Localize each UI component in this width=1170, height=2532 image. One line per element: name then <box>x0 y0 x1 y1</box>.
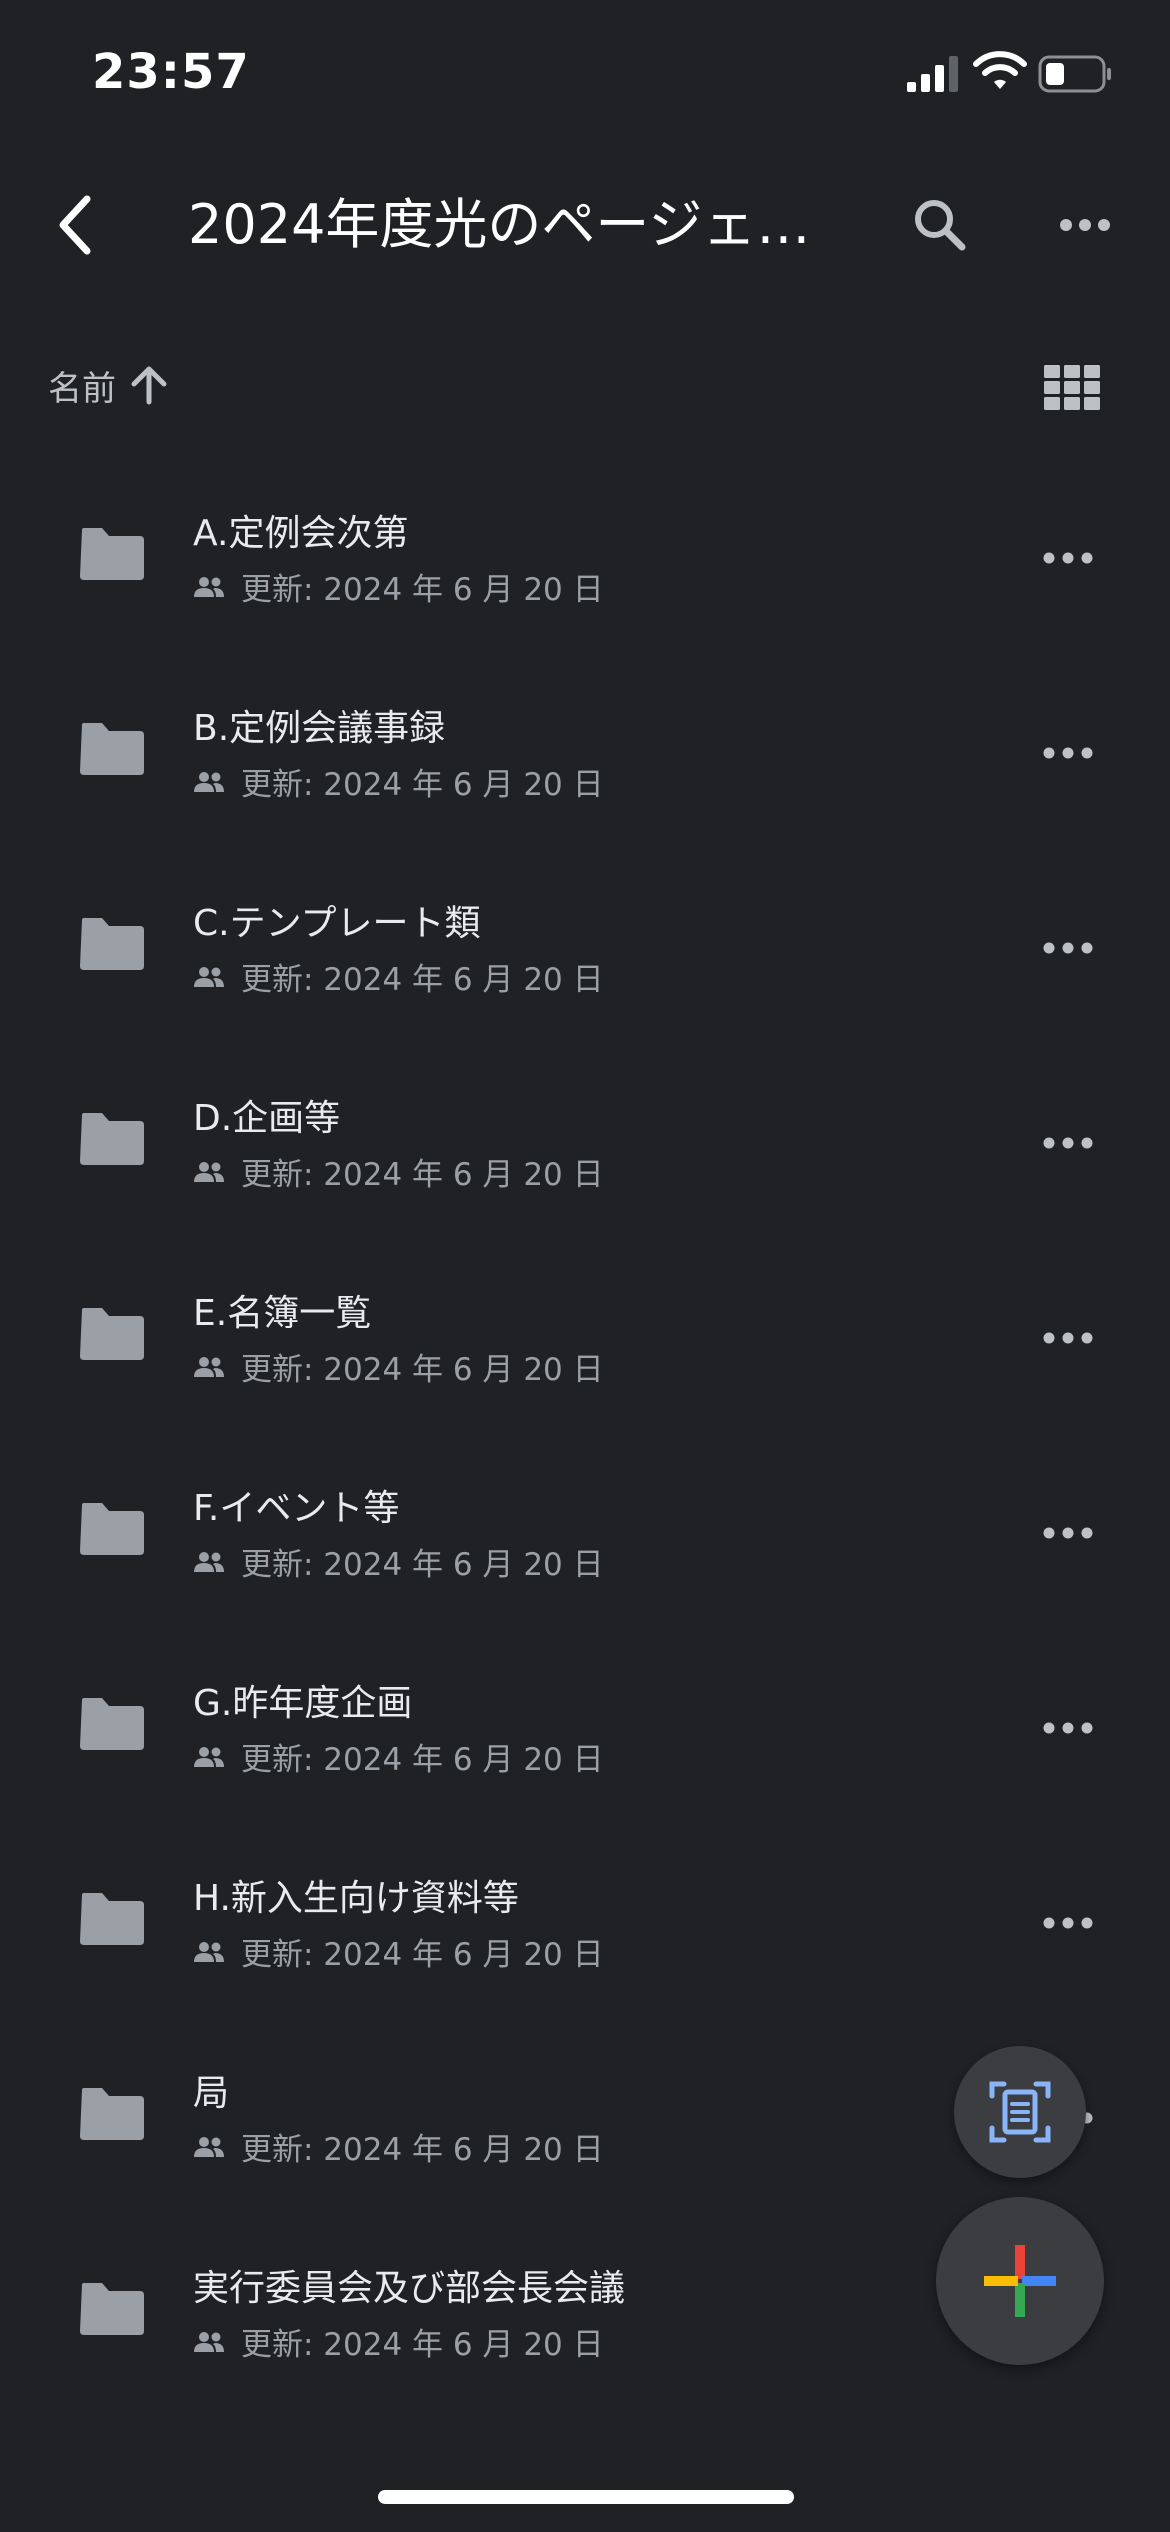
people-icon <box>194 1551 224 1572</box>
modified-date: 更新: 2024 年 6 月 20 日 <box>241 572 604 608</box>
file-meta: 更新: 2024 年 6 月 20 日 <box>193 759 604 804</box>
list-item[interactable]: B.定例会議事録 更新: 2024 年 6 月 20 日 <box>0 655 1170 850</box>
battery-icon <box>1038 55 1111 93</box>
folder-icon <box>80 1308 144 1360</box>
modified-date: 更新: 2024 年 6 月 20 日 <box>241 767 604 803</box>
grid-view-toggle[interactable] <box>1040 356 1104 420</box>
file-meta: 更新: 2024 年 6 月 20 日 <box>193 564 604 609</box>
people-icon <box>194 2136 224 2157</box>
modified-date: 更新: 2024 年 6 月 20 日 <box>241 1547 604 1583</box>
file-name: G.昨年度企画 <box>193 1683 413 1724</box>
row-more-button[interactable] <box>1030 1885 1106 1961</box>
sort-by-name-button[interactable]: 名前 <box>48 350 170 420</box>
people-icon <box>194 1356 224 1377</box>
status-bar: 23:57 <box>0 0 1170 140</box>
people-icon <box>194 771 224 792</box>
page-title: 2024年度光のページェンス <box>188 193 848 256</box>
modified-date: 更新: 2024 年 6 月 20 日 <box>241 962 604 998</box>
list-item[interactable]: D.企画等 更新: 2024 年 6 月 20 日 <box>0 1045 1170 1240</box>
people-icon <box>194 1746 224 1767</box>
modified-date: 更新: 2024 年 6 月 20 日 <box>241 1157 604 1193</box>
people-icon <box>194 1161 224 1182</box>
people-icon <box>194 966 224 987</box>
file-meta: 更新: 2024 年 6 月 20 日 <box>193 2319 604 2364</box>
folder-icon <box>80 1698 144 1750</box>
list-item[interactable]: F.イベント等 更新: 2024 年 6 月 20 日 <box>0 1435 1170 1630</box>
file-name: B.定例会議事録 <box>193 708 446 749</box>
folder-icon <box>80 723 144 775</box>
row-more-button[interactable] <box>1030 1495 1106 1571</box>
file-meta: 更新: 2024 年 6 月 20 日 <box>193 2124 604 2169</box>
more-horiz-icon <box>1043 1332 1093 1344</box>
list-item[interactable]: E.名簿一覧 更新: 2024 年 6 月 20 日 <box>0 1240 1170 1435</box>
more-horiz-icon <box>1060 219 1110 231</box>
cellular-signal-icon <box>907 56 958 92</box>
folder-icon <box>80 1503 144 1555</box>
more-horiz-icon <box>1043 1917 1093 1929</box>
file-name: A.定例会次第 <box>193 513 409 554</box>
file-name: H.新入生向け資料等 <box>193 1878 519 1919</box>
modified-date: 更新: 2024 年 6 月 20 日 <box>241 2327 604 2363</box>
arrow-up-icon <box>131 366 167 405</box>
list-item[interactable]: A.定例会次第 更新: 2024 年 6 月 20 日 <box>0 460 1170 655</box>
file-meta: 更新: 2024 年 6 月 20 日 <box>193 1734 604 1779</box>
folder-icon <box>80 528 144 580</box>
list-item[interactable]: C.テンプレート類 更新: 2024 年 6 月 20 日 <box>0 850 1170 1045</box>
file-name: D.企画等 <box>193 1098 341 1139</box>
app-bar: 2024年度光のページェンス <box>0 160 1170 290</box>
plus-icon <box>984 2245 1056 2317</box>
file-meta: 更新: 2024 年 6 月 20 日 <box>193 1149 604 1194</box>
chevron-left-icon <box>59 195 91 255</box>
modified-date: 更新: 2024 年 6 月 20 日 <box>241 1352 604 1388</box>
folder-icon <box>80 1113 144 1165</box>
folder-icon <box>80 2088 144 2140</box>
file-name: E.名簿一覧 <box>193 1293 372 1334</box>
row-more-button[interactable] <box>1030 715 1106 791</box>
modified-date: 更新: 2024 年 6 月 20 日 <box>241 1937 604 1973</box>
folder-icon <box>80 2283 144 2335</box>
back-button[interactable] <box>30 180 120 270</box>
folder-icon <box>80 918 144 970</box>
grid-view-icon <box>1044 365 1100 410</box>
document-scan-icon <box>989 2081 1051 2143</box>
more-options-button[interactable] <box>1040 180 1130 270</box>
more-horiz-icon <box>1043 1722 1093 1734</box>
people-icon <box>194 576 224 597</box>
search-button[interactable] <box>895 180 985 270</box>
file-name: 局 <box>193 2073 230 2114</box>
row-more-button[interactable] <box>1030 520 1106 596</box>
folder-icon <box>80 1893 144 1945</box>
modified-date: 更新: 2024 年 6 月 20 日 <box>241 1742 604 1778</box>
people-icon <box>194 2331 224 2352</box>
wifi-icon <box>973 51 1027 89</box>
list-item[interactable]: H.新入生向け資料等 更新: 2024 年 6 月 20 日 <box>0 1825 1170 2020</box>
status-time: 23:57 <box>92 44 250 100</box>
file-meta: 更新: 2024 年 6 月 20 日 <box>193 1929 604 1974</box>
list-item[interactable]: G.昨年度企画 更新: 2024 年 6 月 20 日 <box>0 1630 1170 1825</box>
file-name: F.イベント等 <box>193 1488 400 1529</box>
row-more-button[interactable] <box>1030 1105 1106 1181</box>
file-meta: 更新: 2024 年 6 月 20 日 <box>193 1539 604 1584</box>
sort-label: 名前 <box>48 368 116 409</box>
more-horiz-icon <box>1043 942 1093 954</box>
row-more-button[interactable] <box>1030 910 1106 986</box>
more-horiz-icon <box>1043 1527 1093 1539</box>
scan-button[interactable] <box>954 2046 1086 2178</box>
more-horiz-icon <box>1043 747 1093 759</box>
people-icon <box>194 1941 224 1962</box>
more-horiz-icon <box>1043 552 1093 564</box>
file-name: 実行委員会及び部会長会議 <box>193 2268 626 2309</box>
home-indicator[interactable] <box>378 2490 794 2504</box>
modified-date: 更新: 2024 年 6 月 20 日 <box>241 2132 604 2168</box>
file-name: C.テンプレート類 <box>193 903 481 944</box>
row-more-button[interactable] <box>1030 1300 1106 1376</box>
new-button[interactable] <box>936 2197 1104 2365</box>
file-meta: 更新: 2024 年 6 月 20 日 <box>193 1344 604 1389</box>
sort-bar: 名前 <box>0 350 1170 420</box>
search-icon <box>915 200 966 251</box>
file-meta: 更新: 2024 年 6 月 20 日 <box>193 954 604 999</box>
more-horiz-icon <box>1043 1137 1093 1149</box>
row-more-button[interactable] <box>1030 1690 1106 1766</box>
